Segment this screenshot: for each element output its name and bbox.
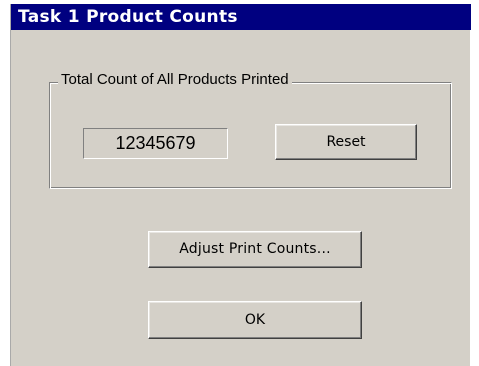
total-count-value: 12345679 [83, 128, 228, 159]
adjust-print-counts-button[interactable]: Adjust Print Counts... [148, 231, 362, 268]
dialog-title-bar[interactable]: Task 1 Product Counts [11, 4, 471, 30]
product-counts-dialog: Task 1 Product Counts Total Count of All… [10, 4, 471, 366]
ok-button[interactable]: OK [148, 301, 362, 339]
total-count-group-label: Total Count of All Products Printed [58, 70, 292, 90]
dialog-title: Task 1 Product Counts [18, 7, 238, 27]
reset-button[interactable]: Reset [275, 124, 417, 160]
